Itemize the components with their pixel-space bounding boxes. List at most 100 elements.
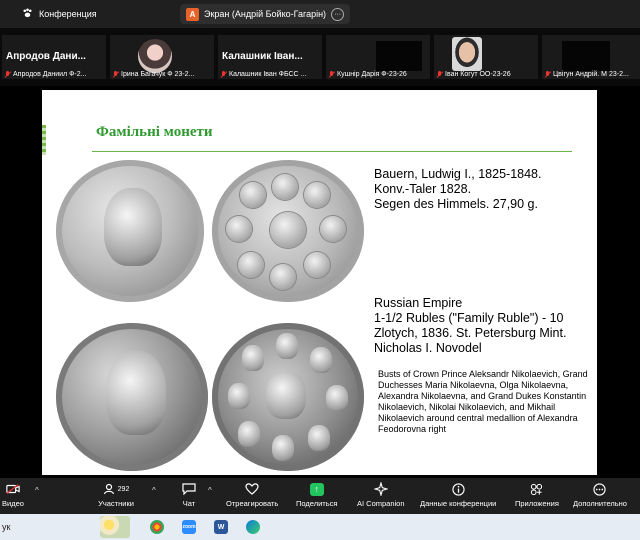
shared-screen-area: Фамільні монети Bauern, Ludwig I., 1825-…	[0, 86, 640, 478]
coin-image-ludwig-obverse	[56, 160, 204, 302]
more-options-icon[interactable]: ···	[331, 7, 345, 21]
coin-portrait	[308, 425, 330, 451]
heart-icon	[245, 482, 259, 496]
info-icon	[451, 482, 465, 496]
participant-label: Цвігун Андрій. М 23-2...	[544, 71, 629, 78]
participant-tile[interactable]: Апродов Дани... Апродов Даниил Ф-2...	[2, 35, 106, 79]
participant-name: Кушнір Дарія Ф-23-26	[337, 71, 407, 78]
presenter-avatar-icon: A	[186, 7, 199, 21]
muted-mic-icon	[328, 71, 335, 78]
participants-label: Участники	[98, 499, 134, 508]
chat-options-caret[interactable]: ^	[208, 486, 212, 495]
taskbar-widget-thumbnail[interactable]	[100, 516, 130, 538]
video-options-caret[interactable]: ^	[35, 486, 39, 495]
participant-name: Апродов Даниил Ф-2...	[13, 71, 87, 78]
participant-display-name: Апродов Дани...	[6, 51, 86, 62]
participant-name: Цвігун Андрій. М 23-2...	[553, 71, 629, 78]
participant-tile[interactable]: Іван Когут ОО-23-26	[434, 35, 538, 79]
muted-mic-icon	[544, 71, 551, 78]
meeting-info-label: Данные конференции	[420, 499, 497, 508]
chat-button[interactable]: Чат	[182, 482, 196, 508]
meeting-info-button[interactable]: Данные конференции	[420, 482, 496, 508]
coin-image-ludwig-reverse	[212, 160, 364, 302]
caption-line: 1-1/2 Rubles ("Family Ruble") - 10	[374, 311, 564, 325]
coin2-caption: Russian Empire 1-1/2 Rubles ("Family Rub…	[374, 296, 566, 356]
zoom-app-icon[interactable]: zoom	[182, 520, 196, 534]
more-icon	[593, 482, 607, 496]
os-taskbar: ук zoom W	[0, 514, 640, 540]
meeting-toolbar: Видео ^ 292 Участники ^ Чат ^ Отреагиров…	[0, 478, 640, 514]
screen-share-title: Экран (Андрій Бойко-Гагарін)	[204, 9, 327, 19]
coin-medallion	[240, 182, 266, 208]
participant-label: Іван Когут ОО-23-26	[436, 71, 511, 78]
coin-medallion	[270, 212, 306, 248]
apps-button[interactable]: Приложения	[515, 482, 559, 508]
coin-portrait	[106, 351, 166, 435]
coin-medallion	[226, 216, 252, 242]
participant-display-name: Калашник Іван...	[222, 51, 303, 62]
video-off-icon	[6, 482, 20, 496]
participant-tile[interactable]: Калашник Іван... Калашник Іван ФБСС ...	[218, 35, 322, 79]
coin-medallion	[304, 252, 330, 278]
share-icon: ↑	[309, 482, 324, 496]
participant-video-off	[376, 41, 422, 71]
react-label: Отреагировать	[226, 499, 279, 508]
participant-tile[interactable]: Цвігун Андрій. М 23-2...	[542, 35, 640, 79]
conference-menu[interactable]: Конференция	[22, 8, 97, 19]
participants-count: 292	[117, 485, 130, 493]
video-label: Видео	[2, 499, 24, 508]
slide-accent-strip	[42, 125, 46, 155]
taskbar-text: ук	[2, 522, 11, 532]
caption-line: Konv.-Taler 1828.	[374, 182, 472, 196]
muted-mic-icon	[220, 71, 227, 78]
caption-line: Bauern, Ludwig I., 1825-1848.	[374, 167, 542, 181]
screen-share-indicator[interactable]: A Экран (Андрій Бойко-Гагарін) ···	[180, 4, 351, 24]
muted-mic-icon	[4, 71, 11, 78]
coin-portrait	[104, 188, 162, 266]
coin-medallion	[304, 182, 330, 208]
coin-medallion	[270, 264, 296, 290]
participant-tile[interactable]: Ірина Багачук Ф 23-2...	[110, 35, 214, 79]
share-label: Поделиться	[296, 499, 338, 508]
share-arrow-icon: ↑	[309, 482, 324, 496]
participant-name: Калашник Іван ФБСС ...	[229, 71, 307, 78]
coin-medallion	[320, 216, 346, 242]
edge-icon[interactable]	[246, 520, 260, 534]
react-button[interactable]: Отреагировать	[226, 482, 278, 508]
participant-label: Апродов Даниил Ф-2...	[4, 71, 86, 78]
participant-label: Ірина Багачук Ф 23-2...	[112, 71, 194, 78]
participants-button[interactable]: 292 Участники	[96, 482, 136, 508]
coin-portrait	[266, 371, 306, 419]
title-divider	[92, 151, 572, 152]
caption-line: Zlotych, 1836. St. Petersburg Mint.	[374, 326, 567, 340]
participant-strip: Апродов Дани... Апродов Даниил Ф-2... Ір…	[0, 28, 640, 86]
participant-name: Іван Когут ОО-23-26	[445, 71, 511, 78]
video-button[interactable]: Видео	[2, 482, 24, 508]
coin2-description: Busts of Crown Prince Aleksandr Nikolaev…	[378, 369, 588, 434]
participant-tile[interactable]: Кушнір Дарія Ф-23-26	[326, 35, 430, 79]
participant-label: Калашник Іван ФБСС ...	[220, 71, 306, 78]
more-button[interactable]: Дополнительно	[573, 482, 627, 508]
participants-icon: 292	[96, 482, 136, 496]
apps-icon	[530, 482, 544, 496]
conference-label: Конференция	[39, 8, 97, 19]
paw-icon	[23, 8, 32, 18]
coin-portrait	[276, 333, 298, 359]
chrome-icon[interactable]	[150, 520, 164, 534]
caption-line: Nicholas I. Novodel	[374, 341, 482, 355]
coin-medallion	[272, 174, 298, 200]
participants-options-caret[interactable]: ^	[152, 486, 156, 495]
coin-portrait	[242, 345, 264, 371]
coin-portrait	[272, 435, 294, 461]
coin-medallion	[238, 252, 264, 278]
muted-mic-icon	[436, 71, 443, 78]
ai-companion-button[interactable]: AI Companion	[357, 482, 405, 508]
coin-image-family-ruble-reverse	[212, 323, 364, 471]
apps-label: Приложения	[515, 499, 559, 508]
share-screen-button[interactable]: ↑ Поделиться	[296, 482, 337, 508]
more-label: Дополнительно	[573, 499, 627, 508]
coin-image-nicholas-obverse	[56, 323, 208, 471]
word-icon[interactable]: W	[214, 520, 228, 534]
chat-label: Чат	[182, 499, 196, 508]
caption-line: Russian Empire	[374, 296, 463, 310]
